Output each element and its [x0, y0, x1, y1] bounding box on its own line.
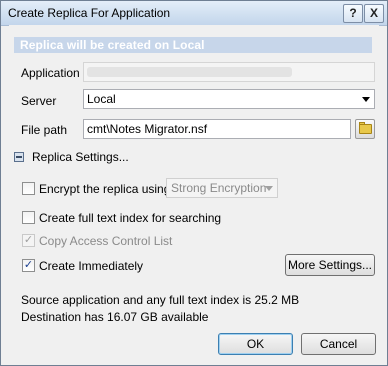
encryption-dropdown: Strong Encryption: [166, 178, 278, 198]
server-dropdown[interactable]: Local: [83, 89, 375, 109]
collapse-icon[interactable]: [14, 152, 24, 162]
dialog-body: Replica will be created on Local Applica…: [9, 25, 379, 359]
filepath-value: cmt\Notes Migrator.nsf: [87, 122, 208, 136]
ok-button[interactable]: OK: [218, 333, 293, 355]
server-value: Local: [87, 92, 116, 106]
create-immediately-label: Create Immediately: [39, 259, 144, 273]
chevron-down-icon: [265, 186, 273, 191]
filepath-label: File path: [21, 123, 68, 137]
more-settings-button[interactable]: More Settings...: [285, 254, 375, 276]
title-bar[interactable]: Create Replica For Application ? X: [1, 1, 387, 26]
fulltext-label: Create full text index for searching: [39, 211, 222, 225]
chevron-down-icon[interactable]: [362, 97, 370, 102]
filepath-input[interactable]: cmt\Notes Migrator.nsf: [83, 119, 351, 139]
create-replica-dialog: Create Replica For Application ? X Repli…: [0, 0, 388, 366]
help-icon[interactable]: ?: [343, 4, 363, 23]
source-size-text: Source application and any full text ind…: [21, 293, 300, 307]
encryption-value: Strong Encryption: [171, 181, 267, 195]
browse-button[interactable]: [355, 119, 375, 139]
redacted-application-name: [87, 67, 292, 77]
fulltext-checkbox[interactable]: [22, 211, 35, 224]
server-label: Server: [21, 94, 57, 108]
close-icon[interactable]: X: [364, 4, 384, 23]
folder-icon: [359, 124, 372, 134]
acl-label: Copy Access Control List: [39, 234, 173, 248]
replica-destination-banner: Replica will be created on Local: [14, 37, 372, 53]
encrypt-checkbox[interactable]: [22, 182, 35, 195]
window-title: Create Replica For Application: [8, 6, 171, 20]
acl-checkbox: ✓: [22, 234, 35, 247]
application-label: Application: [21, 66, 80, 80]
cancel-button[interactable]: Cancel: [301, 333, 376, 355]
replica-settings-label[interactable]: Replica Settings...: [32, 150, 129, 164]
destination-space-text: Destination has 16.07 GB available: [21, 310, 209, 324]
create-immediately-checkbox[interactable]: ✓: [22, 259, 35, 272]
application-field: [83, 62, 375, 82]
encrypt-label: Encrypt the replica using: [39, 182, 171, 196]
